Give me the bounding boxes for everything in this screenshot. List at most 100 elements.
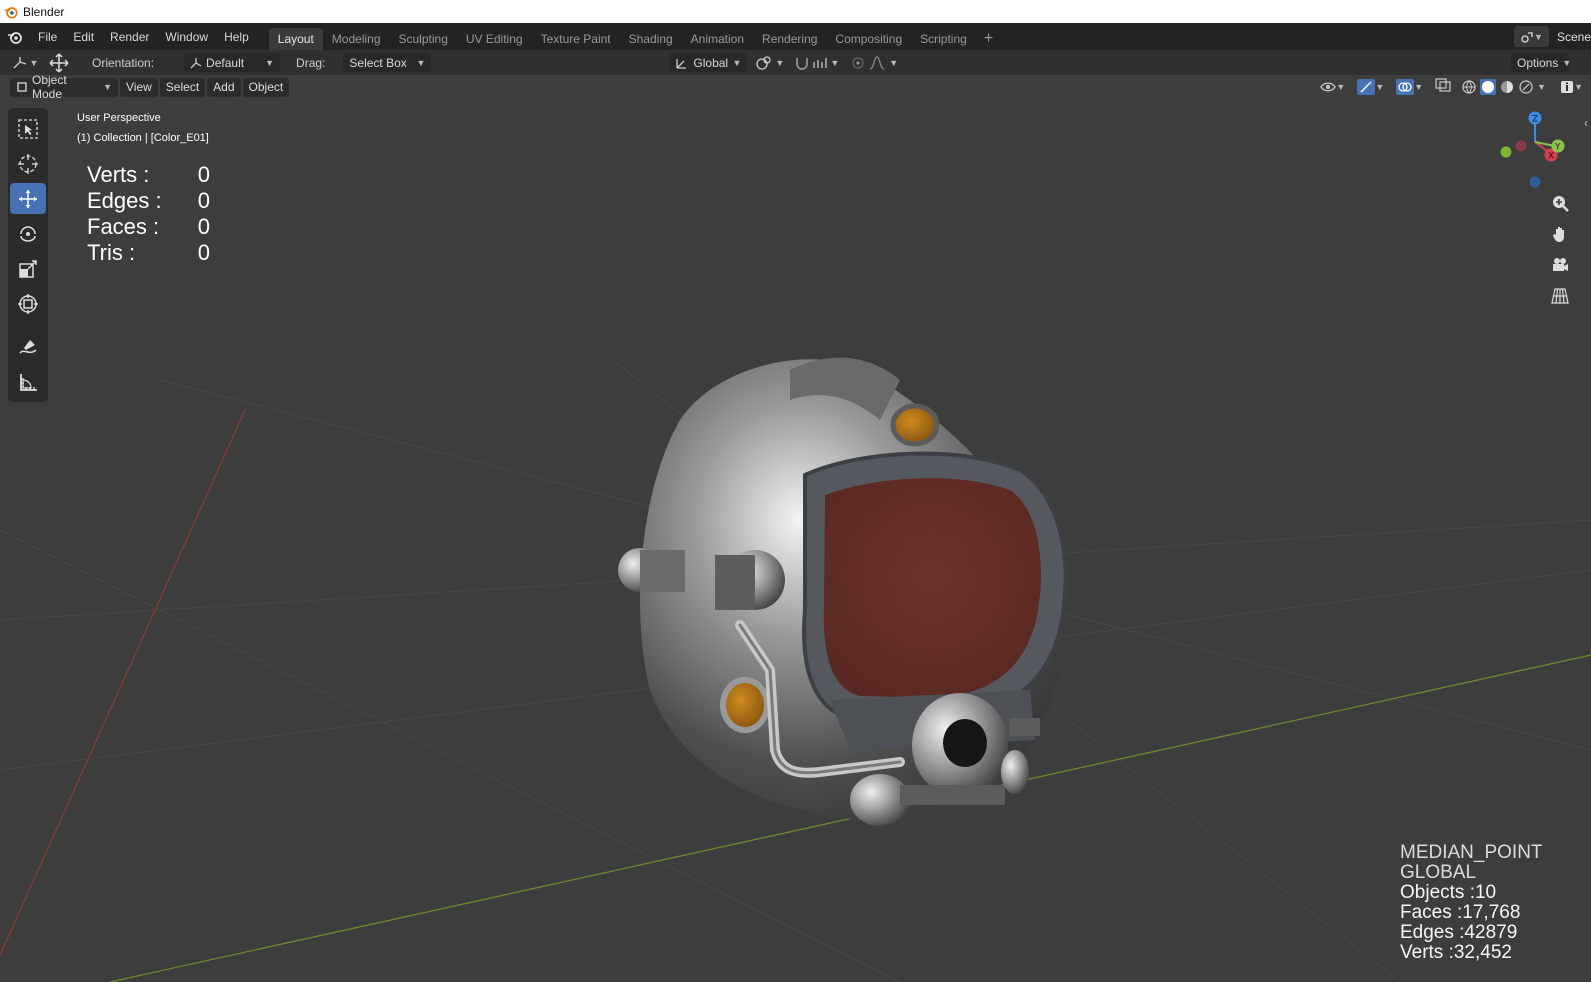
menu-add[interactable]: Add <box>207 77 241 97</box>
scene-icon <box>1521 31 1533 43</box>
perspective-label: User Perspective <box>77 112 161 124</box>
info-panel-icon <box>1561 80 1574 93</box>
tool-annotate[interactable] <box>10 331 46 362</box>
menu-edit[interactable]: Edit <box>65 23 102 50</box>
faces-count: Faces :17,768 <box>1400 902 1521 923</box>
perspective-toggle-button[interactable] <box>1547 283 1573 309</box>
info-toggle[interactable]: ▼ <box>1560 80 1583 94</box>
3d-viewport[interactable]: ▼ Orientation: Default ▼ Drag: Select Bo… <box>0 50 1591 982</box>
rendered-shading-icon[interactable] <box>1518 79 1534 95</box>
falloff-icon <box>870 55 885 70</box>
eye-icon <box>1320 82 1337 91</box>
transform-orientation-dropdown[interactable]: Global ▼ <box>669 53 748 72</box>
wireframe-shading-icon[interactable] <box>1461 79 1477 95</box>
tab-animation[interactable]: Animation <box>682 28 753 50</box>
workspace-tabs: Layout Modeling Sculpting UV Editing Tex… <box>268 23 1001 50</box>
material-shading-icon[interactable] <box>1499 79 1515 95</box>
scene-name[interactable]: Scene <box>1549 30 1591 44</box>
xray-icon <box>1435 78 1451 92</box>
orientation-label: Orientation: <box>92 55 155 70</box>
selection-stats: Verts :0 Edges :0 Faces :0 Tris :0 <box>87 162 210 266</box>
tab-shading[interactable]: Shading <box>620 28 682 50</box>
menu-render[interactable]: Render <box>102 23 157 50</box>
menu-help[interactable]: Help <box>216 23 257 50</box>
tab-modeling[interactable]: Modeling <box>323 28 390 50</box>
overlay-toggle[interactable]: ▼ <box>1396 78 1423 95</box>
mode-dropdown[interactable]: Object Mode ▼ <box>10 73 118 101</box>
axes-editor-icon <box>13 56 26 68</box>
tab-compositing[interactable]: Compositing <box>826 28 911 50</box>
chevron-down-icon: ▼ <box>1534 31 1543 42</box>
camera-icon <box>1553 258 1568 271</box>
tool-measure[interactable] <box>10 366 46 397</box>
menu-window[interactable]: Window <box>157 23 216 50</box>
navigation-gizmo[interactable]: Z X Y <box>1495 108 1565 193</box>
stat-edges: Edges :0 <box>87 188 210 213</box>
tool-move[interactable] <box>10 183 46 214</box>
top-menu-bar: File Edit Render Window Help Layout Mode… <box>0 23 1591 50</box>
x-axis-line <box>0 409 246 956</box>
chevron-down-icon: ▼ <box>103 82 112 92</box>
options-dropdown[interactable]: Options ▼ <box>1511 53 1571 72</box>
edges-count: Edges :42879 <box>1400 922 1518 943</box>
blender-menu-button[interactable] <box>0 23 30 50</box>
gizmo-toggle[interactable]: ▼ <box>1357 78 1385 95</box>
xray-toggle[interactable] <box>1435 78 1451 95</box>
scene-selector[interactable]: ▼ <box>1514 26 1549 47</box>
tool-cursor[interactable] <box>10 148 46 179</box>
gizmo-z-label: Z <box>1532 115 1538 125</box>
zoom-button[interactable] <box>1547 190 1573 216</box>
global-axes-icon <box>676 58 687 69</box>
editor-type-button[interactable]: ▼ <box>6 56 44 70</box>
menu-view[interactable]: View <box>120 77 158 97</box>
camera-view-button[interactable] <box>1547 252 1573 278</box>
tool-transform[interactable] <box>10 288 46 319</box>
tab-rendering[interactable]: Rendering <box>753 28 826 50</box>
orientation-dropdown[interactable]: Default ▼ <box>184 53 281 72</box>
stat-tris: Tris :0 <box>87 240 210 265</box>
tab-uv-editing[interactable]: UV Editing <box>457 28 532 50</box>
chevron-down-icon[interactable]: ▼ <box>1537 82 1546 92</box>
zoom-icon <box>1553 196 1569 212</box>
stat-verts: Verts :0 <box>87 162 210 187</box>
pivot-icon <box>756 55 772 70</box>
tool-select-box[interactable] <box>10 113 46 144</box>
chevron-down-icon: ▼ <box>732 57 742 68</box>
chevron-down-icon: ▼ <box>265 57 275 68</box>
tab-sculpting[interactable]: Sculpting <box>390 28 457 50</box>
chevron-down-icon: ▼ <box>775 57 785 68</box>
window-title: Blender <box>23 4 65 19</box>
transform-tool-icon-button[interactable] <box>44 52 74 73</box>
blender-logo-icon <box>8 31 22 44</box>
tab-scripting[interactable]: Scripting <box>911 28 976 50</box>
menu-file[interactable]: File <box>30 23 65 50</box>
tool-rotate[interactable] <box>10 218 46 249</box>
hand-icon <box>1553 227 1564 242</box>
visibility-dropdown[interactable]: ▼ <box>1320 80 1345 94</box>
collection-label: (1) Collection | [Color_E01] <box>77 132 209 144</box>
add-workspace-button[interactable]: + <box>976 28 1001 50</box>
tool-scale[interactable] <box>10 253 46 284</box>
solid-shading-icon[interactable] <box>1480 78 1497 95</box>
stat-faces: Faces :0 <box>87 214 210 239</box>
grid-perspective-icon <box>1551 288 1569 304</box>
chevron-down-icon: ▼ <box>1375 81 1385 92</box>
cursor-icon <box>18 153 38 174</box>
tab-texture-paint[interactable]: Texture Paint <box>532 28 620 50</box>
menu-select[interactable]: Select <box>159 77 206 97</box>
tab-layout[interactable]: Layout <box>268 28 323 50</box>
menu-object[interactable]: Object <box>242 77 290 97</box>
pan-button[interactable] <box>1547 221 1573 247</box>
move-icon <box>19 189 37 208</box>
objects-count: Objects :10 <box>1400 882 1497 903</box>
sidebar-toggle-arrow[interactable]: ‹ <box>1584 116 1588 130</box>
pivot-point-dropdown[interactable]: ▼ <box>755 55 784 71</box>
proportional-edit-toggle[interactable]: ▼ <box>851 55 898 70</box>
viewport-grid <box>0 349 1591 982</box>
tool-shelf <box>8 108 48 402</box>
select-box-icon <box>18 118 38 139</box>
gizmo-icon <box>1357 78 1376 95</box>
drag-dropdown[interactable]: Select Box ▼ <box>343 53 432 72</box>
gizmo-x-label: X <box>1548 152 1554 162</box>
snap-toggle[interactable]: ▼ <box>794 55 839 71</box>
